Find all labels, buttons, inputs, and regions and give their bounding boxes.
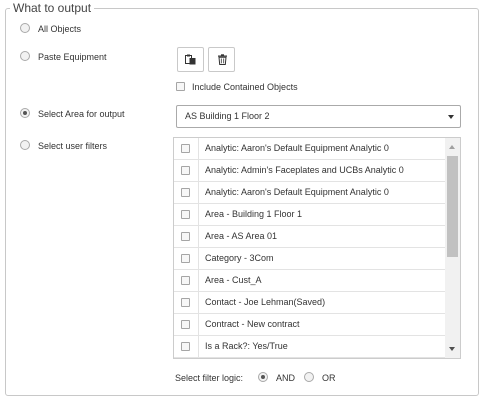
filter-checkbox[interactable] xyxy=(181,254,190,263)
and-label[interactable]: AND xyxy=(276,373,295,383)
all-objects-label[interactable]: All Objects xyxy=(38,23,81,35)
select-filters-radio[interactable] xyxy=(20,140,30,150)
include-contained-label[interactable]: Include Contained Objects xyxy=(192,81,298,93)
filter-logic-label: Select filter logic: xyxy=(175,373,244,383)
paste-button[interactable] xyxy=(177,47,204,72)
filter-label: Analytic: Admin's Faceplates and UCBs An… xyxy=(205,165,404,175)
area-select[interactable]: AS Building 1 Floor 2 xyxy=(176,105,461,128)
filter-label: Contract - New contract xyxy=(205,319,300,329)
select-filters-label[interactable]: Select user filters xyxy=(38,140,107,152)
filter-checkbox[interactable] xyxy=(181,320,190,329)
list-item[interactable]: Analytic: Admin's Faceplates and UCBs An… xyxy=(174,160,445,182)
filter-label: Analytic: Aaron's Default Equipment Anal… xyxy=(205,187,389,197)
filter-label: Area - Building 1 Floor 1 xyxy=(205,209,303,219)
filters-list[interactable]: Analytic: Aaron's Default Equipment Anal… xyxy=(173,137,461,359)
filter-checkbox[interactable] xyxy=(181,298,190,307)
section-legend: What to output xyxy=(10,0,95,16)
filter-checkbox[interactable] xyxy=(181,144,190,153)
list-item[interactable]: Is a Rack?: Yes/True xyxy=(174,336,445,358)
scroll-up-arrow-icon[interactable] xyxy=(449,145,455,149)
all-objects-radio[interactable] xyxy=(20,23,30,33)
and-radio[interactable] xyxy=(258,372,268,382)
filter-label: Is a Rack?: Yes/True xyxy=(205,341,288,351)
filter-checkbox[interactable] xyxy=(181,166,190,175)
scroll-down-arrow-icon[interactable] xyxy=(449,347,455,351)
filter-checkbox[interactable] xyxy=(181,210,190,219)
filter-label: Area - AS Area 01 xyxy=(205,231,278,241)
or-radio[interactable] xyxy=(304,372,314,382)
area-select-value: AS Building 1 Floor 2 xyxy=(185,111,270,121)
select-area-radio[interactable] xyxy=(20,108,30,118)
include-contained-checkbox[interactable] xyxy=(176,82,185,91)
filter-checkbox[interactable] xyxy=(181,188,190,197)
paste-equipment-label[interactable]: Paste Equipment xyxy=(38,51,107,63)
chevron-down-icon xyxy=(448,115,454,119)
list-item[interactable]: Area - Cust_A xyxy=(174,270,445,292)
paste-equipment-radio[interactable] xyxy=(20,51,30,61)
list-item[interactable]: Category - 3Com xyxy=(174,248,445,270)
list-item[interactable]: Contact - Joe Lehman(Saved) xyxy=(174,292,445,314)
list-item[interactable]: Contract - New contract xyxy=(174,314,445,336)
trash-icon xyxy=(218,54,227,65)
list-item[interactable]: Analytic: Aaron's Default Equipment Anal… xyxy=(174,138,445,160)
filter-checkbox[interactable] xyxy=(181,342,190,351)
filter-label: Analytic: Aaron's Default Equipment Anal… xyxy=(205,143,389,153)
filter-label: Category - 3Com xyxy=(205,253,274,263)
filter-checkbox[interactable] xyxy=(181,276,190,285)
scrollbar-thumb[interactable] xyxy=(447,156,458,257)
filter-label: Contact - Joe Lehman(Saved) xyxy=(205,297,326,307)
paste-icon xyxy=(185,54,196,65)
list-item[interactable]: Area - Building 1 Floor 1 xyxy=(174,204,445,226)
select-area-label[interactable]: Select Area for output xyxy=(38,108,125,120)
filters-scrollbar[interactable] xyxy=(445,138,460,358)
filter-label: Area - Cust_A xyxy=(205,275,262,285)
list-item[interactable]: Area - AS Area 01 xyxy=(174,226,445,248)
list-item[interactable]: Analytic: Aaron's Default Equipment Anal… xyxy=(174,182,445,204)
or-label[interactable]: OR xyxy=(322,373,336,383)
delete-button[interactable] xyxy=(208,47,235,72)
filter-checkbox[interactable] xyxy=(181,232,190,241)
